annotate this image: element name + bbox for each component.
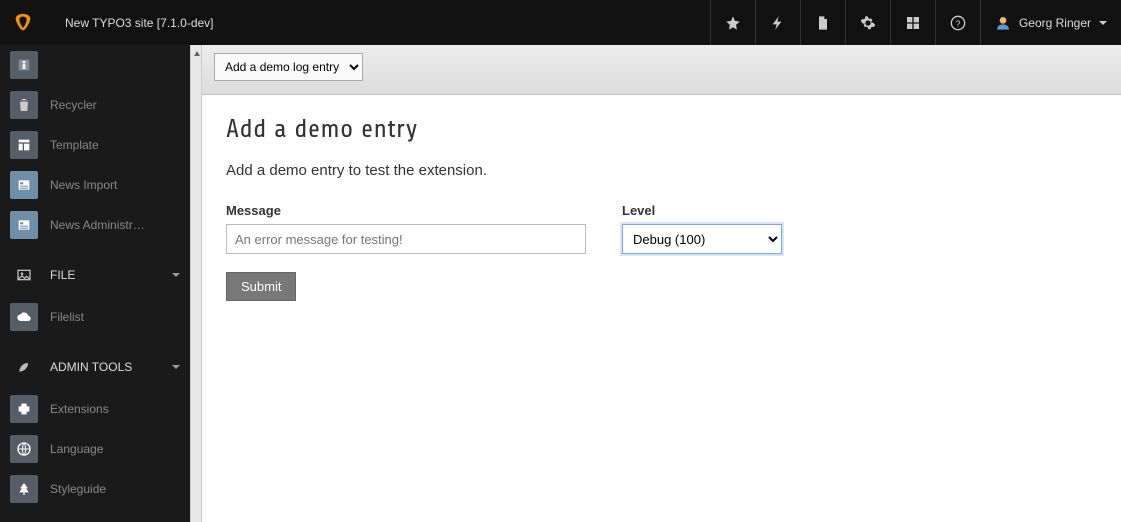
sidebar-item-label: Extensions	[50, 402, 180, 416]
help-icon: ?	[950, 15, 966, 31]
sidebar-item-news-import[interactable]: News Import	[0, 165, 190, 205]
grid-icon	[905, 15, 921, 31]
top-bar: New TYPO3 site [7.1.0-dev] ? Georg Ringe…	[0, 0, 1121, 45]
cloud-icon	[10, 303, 38, 331]
sidebar-section-file[interactable]: FILE	[0, 253, 190, 297]
star-icon	[725, 15, 741, 31]
apps-button[interactable]	[890, 0, 935, 45]
sidebar-item-label: Styleguide	[50, 482, 180, 496]
section-label: ADMIN TOOLS	[50, 360, 132, 374]
top-actions: ? Georg Ringer	[710, 0, 1121, 45]
settings-button[interactable]	[845, 0, 890, 45]
gear-icon	[860, 15, 876, 31]
sidebar-item-info[interactable]	[0, 45, 190, 85]
svg-text:?: ?	[956, 18, 961, 28]
sidebar-item-recycler[interactable]: Recycler	[0, 85, 190, 125]
level-label: Level	[622, 203, 782, 218]
user-menu[interactable]: Georg Ringer	[980, 0, 1121, 45]
cache-button[interactable]	[755, 0, 800, 45]
news-icon	[10, 171, 38, 199]
user-name: Georg Ringer	[1019, 16, 1091, 30]
tree-icon	[10, 475, 38, 503]
sidebar-item-label: News Import	[50, 178, 180, 192]
rocket-icon	[10, 353, 38, 381]
level-group: Level Debug (100)	[622, 203, 782, 254]
info-icon	[10, 51, 38, 79]
sidebar-item-language[interactable]: Language	[0, 429, 190, 469]
user-icon	[995, 15, 1011, 31]
section-label: FILE	[50, 268, 75, 282]
template-icon	[10, 131, 38, 159]
main-content: Add a demo entry Add a demo entry to tes…	[202, 95, 1121, 321]
message-group: Message	[226, 203, 586, 254]
page-title: Add a demo entry	[226, 115, 1097, 144]
panel-splitter[interactable]	[190, 45, 202, 522]
site-title: New TYPO3 site [7.1.0-dev]	[45, 16, 710, 30]
form-row: Message Level Debug (100)	[226, 203, 1097, 254]
sidebar-item-news-admin[interactable]: News Administr…	[0, 205, 190, 245]
puzzle-icon	[10, 395, 38, 423]
document-button[interactable]	[800, 0, 845, 45]
typo3-logo[interactable]	[0, 0, 45, 45]
sidebar-item-styleguide[interactable]: Styleguide	[0, 469, 190, 509]
chevron-down-icon	[172, 273, 180, 277]
sidebar-item-label: Filelist	[50, 310, 180, 324]
sidebar-item-filelist[interactable]: Filelist	[0, 297, 190, 337]
sidebar-section-admin[interactable]: ADMIN TOOLS	[0, 345, 190, 389]
sidebar-item-label: News Administr…	[50, 218, 180, 232]
sidebar-item-label: Language	[50, 442, 180, 456]
doc-header: Add a demo log entry	[202, 45, 1121, 95]
globe-icon	[10, 435, 38, 463]
submit-button[interactable]: Submit	[226, 272, 296, 301]
help-button[interactable]: ?	[935, 0, 980, 45]
message-input[interactable]	[226, 224, 586, 254]
page-description: Add a demo entry to test the extension.	[226, 162, 1097, 179]
sidebar-item-label: Template	[50, 138, 180, 152]
bookmark-button[interactable]	[710, 0, 755, 45]
document-icon	[815, 15, 831, 31]
sidebar-item-extensions[interactable]: Extensions	[0, 389, 190, 429]
chevron-down-icon	[1099, 21, 1107, 25]
module-sidebar: Recycler Template News Import News Admin…	[0, 45, 190, 522]
bolt-icon	[770, 15, 786, 31]
trash-icon	[10, 91, 38, 119]
news-icon	[10, 211, 38, 239]
message-label: Message	[226, 203, 586, 218]
function-select[interactable]: Add a demo log entry	[214, 53, 363, 81]
content-area: Add a demo log entry Add a demo entry Ad…	[202, 45, 1121, 522]
sidebar-item-label: Recycler	[50, 98, 180, 112]
sidebar-item-template[interactable]: Template	[0, 125, 190, 165]
chevron-down-icon	[172, 365, 180, 369]
level-select[interactable]: Debug (100)	[622, 224, 782, 254]
image-icon	[10, 261, 38, 289]
typo3-logo-icon	[12, 12, 34, 34]
